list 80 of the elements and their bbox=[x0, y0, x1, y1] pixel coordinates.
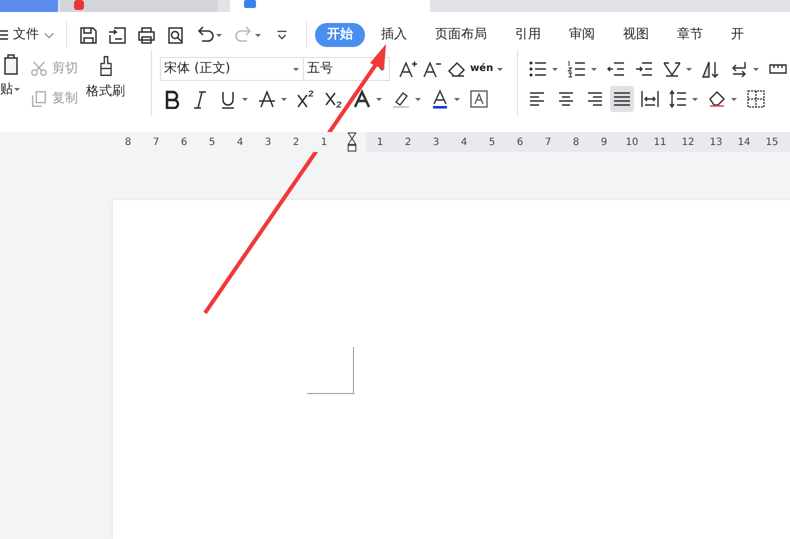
caret-icon bbox=[496, 66, 504, 72]
caret-icon bbox=[691, 96, 700, 102]
ribbon-tab[interactable]: 页面布局 bbox=[423, 23, 499, 47]
ruler-number: 9 bbox=[600, 136, 608, 150]
document-tab[interactable] bbox=[230, 0, 430, 12]
redo-icon bbox=[234, 25, 254, 45]
ruler-number: 15 bbox=[764, 136, 780, 150]
caret-icon bbox=[375, 96, 384, 102]
caret-icon bbox=[752, 66, 760, 72]
caret-icon bbox=[241, 96, 250, 102]
caret-icon bbox=[590, 66, 598, 72]
character-border-icon bbox=[469, 89, 490, 109]
ruler-number: 8 bbox=[124, 136, 132, 150]
caret-icon bbox=[685, 66, 694, 72]
caret-icon bbox=[453, 96, 462, 102]
text-effect-icon bbox=[352, 89, 372, 109]
shading-icon bbox=[707, 89, 728, 109]
margin-corner-mark bbox=[307, 347, 354, 394]
font-name-dropdown[interactable]: 宋体 (正文) bbox=[160, 57, 304, 81]
export-icon bbox=[107, 25, 127, 45]
ruler-number: 13 bbox=[708, 136, 724, 150]
ruler-number: 4 bbox=[460, 136, 468, 150]
ruler-number: 5 bbox=[208, 136, 216, 150]
ruler-number: 3 bbox=[432, 136, 440, 150]
caret-icon bbox=[551, 66, 560, 72]
justify-icon bbox=[612, 89, 632, 109]
borders-icon bbox=[746, 89, 766, 109]
ruler-number: 7 bbox=[152, 136, 160, 150]
ruler-number: 7 bbox=[544, 136, 552, 150]
undo-icon bbox=[195, 25, 215, 45]
ruler-number: 6 bbox=[180, 136, 188, 150]
phonetic-guide-button[interactable]: wén bbox=[468, 56, 506, 82]
superscript-icon bbox=[296, 89, 316, 109]
file-menu-button[interactable]: 文件 bbox=[0, 22, 58, 48]
grow-font-icon bbox=[398, 59, 418, 79]
ruler-number: 2 bbox=[292, 136, 300, 150]
numbered-list-icon bbox=[567, 59, 588, 79]
paste-button[interactable]: 贴 bbox=[0, 50, 23, 116]
app-logo-icon bbox=[74, 0, 84, 10]
ruler-number: 11 bbox=[652, 136, 668, 150]
bulleted-list-icon bbox=[528, 59, 548, 79]
ruler-number: 3 bbox=[264, 136, 272, 150]
caret-icon bbox=[13, 86, 21, 92]
save-icon bbox=[78, 25, 98, 45]
caret-icon bbox=[280, 96, 288, 102]
ribbon-tab[interactable]: 章节 bbox=[665, 23, 715, 47]
caret-icon bbox=[254, 32, 262, 38]
ruler-number: 2 bbox=[404, 136, 412, 150]
document-logo-icon bbox=[244, 0, 256, 8]
ruler-number: 1 bbox=[376, 136, 384, 150]
ribbon-tab[interactable]: 审阅 bbox=[557, 23, 607, 47]
format-painter-button[interactable]: 格式刷 bbox=[84, 50, 127, 116]
ruler-number: 5 bbox=[488, 136, 496, 150]
line-spacing-icon bbox=[668, 89, 688, 109]
caret-icon bbox=[730, 96, 738, 102]
caret-icon bbox=[215, 32, 223, 38]
distributed-align-icon bbox=[640, 89, 660, 109]
pinyin-label: wén bbox=[470, 64, 494, 74]
copy-icon bbox=[29, 90, 49, 108]
scissors-icon bbox=[29, 60, 49, 78]
sort-icon bbox=[701, 59, 722, 79]
ruler-number: 1 bbox=[320, 136, 328, 150]
ruler-number: 8 bbox=[572, 136, 580, 150]
print-icon bbox=[136, 25, 156, 45]
ruler-number: 4 bbox=[236, 136, 244, 150]
ruler-number: 10 bbox=[624, 136, 640, 150]
ribbon-tab[interactable]: 引用 bbox=[503, 23, 553, 47]
clipboard-icon bbox=[2, 52, 18, 76]
ribbon-tab[interactable]: 视图 bbox=[611, 23, 661, 47]
ribbon-tab[interactable]: 插入 bbox=[369, 23, 419, 47]
caret-icon bbox=[414, 96, 422, 102]
shrink-font-icon bbox=[422, 59, 442, 79]
ruler-number: 6 bbox=[516, 136, 524, 150]
ruler-number: 12 bbox=[680, 136, 696, 150]
ribbon-tab[interactable]: 开 bbox=[719, 23, 756, 47]
strikethrough-icon bbox=[257, 89, 278, 109]
ruler-number: 14 bbox=[736, 136, 752, 150]
document-tab[interactable] bbox=[60, 0, 218, 12]
caret-icon bbox=[292, 66, 300, 72]
justify-button[interactable] bbox=[610, 86, 634, 112]
